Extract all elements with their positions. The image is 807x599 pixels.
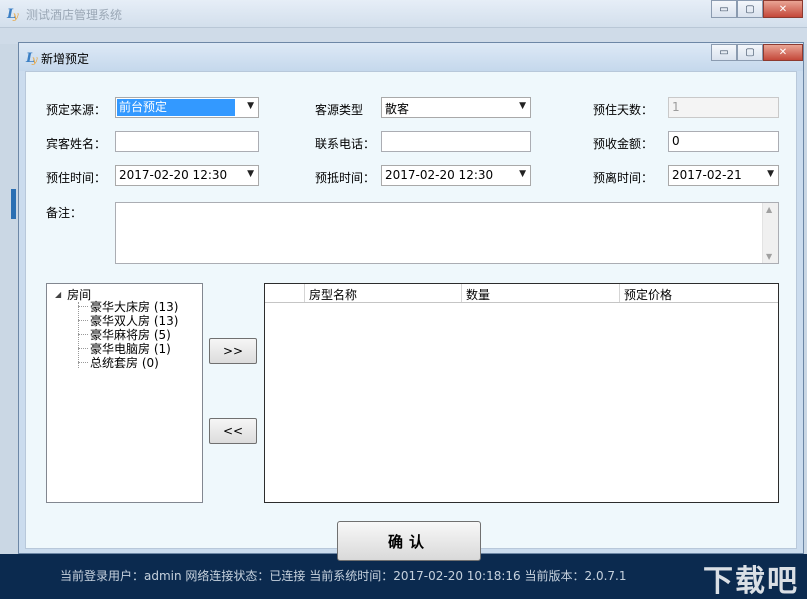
grid-column-header[interactable]: 房型名称 <box>305 284 462 302</box>
grid-row-header <box>265 284 305 302</box>
new-booking-dialog: L y 新增预定 ▭ ▢ ✕ 预定来源： 前台预定 ▼ 客源类型 散客 ▼ 预住… <box>18 42 804 561</box>
arrival-time-value: 2017-02-20 12:30 <box>385 168 494 182</box>
dialog-body: 预定来源： 前台预定 ▼ 客源类型 散客 ▼ 预住天数： 1 宾客姓名： 联系电… <box>25 71 797 561</box>
guest-type-label: 客源类型 <box>315 103 364 117</box>
scroll-up-icon[interactable]: ▲ <box>766 205 772 214</box>
phone-input[interactable] <box>381 131 531 152</box>
booking-source-label: 预定来源： <box>46 103 107 117</box>
main-window-title: 测试酒店管理系统 <box>26 8 123 22</box>
main-maximize-button[interactable]: ▢ <box>737 0 763 18</box>
dialog-maximize-button[interactable]: ▢ <box>737 44 763 61</box>
main-titlebar: L y 测试酒店管理系统 ▭ ▢ ✕ <box>0 0 807 28</box>
dialog-logo-icon: L y <box>25 51 38 65</box>
dialog-minimize-button[interactable]: ▭ <box>711 44 737 61</box>
remove-room-button[interactable]: << <box>209 418 257 444</box>
tree-item[interactable]: 总统套房 (0) <box>78 355 159 370</box>
notes-label: 备注： <box>46 206 83 220</box>
chevron-down-icon: ▼ <box>519 169 526 179</box>
guest-name-label: 宾客姓名： <box>46 137 107 151</box>
arrival-time-label: 预抵时间： <box>315 171 376 185</box>
grid-column-header[interactable]: 预定价格 <box>620 284 776 302</box>
svg-text:y: y <box>31 55 38 65</box>
dialog-titlebar: L y 新增预定 ▭ ▢ ✕ <box>19 43 803 71</box>
scroll-down-icon[interactable]: ▼ <box>766 252 772 261</box>
main-window-controls: ▭ ▢ ✕ <box>711 0 803 18</box>
confirm-button[interactable]: 确认 <box>337 521 481 561</box>
prepay-input[interactable]: 0 <box>668 131 779 152</box>
grid-column-header[interactable]: 数量 <box>462 284 620 302</box>
status-text: 当前登录用户：admin 网络连接状态：已连接 当前系统时间：2017-02-2… <box>60 569 627 583</box>
watermark-logo: 下载吧 <box>703 564 799 599</box>
dialog-window-controls: ▭ ▢ ✕ <box>711 44 803 61</box>
dialog-close-button[interactable]: ✕ <box>763 44 803 61</box>
chevron-down-icon: ▼ <box>247 169 254 179</box>
dialog-title: 新增预定 <box>41 52 90 66</box>
room-type-tree[interactable]: ◢ 房间 豪华大床房 (13) 豪华双人房 (13) 豪华麻将房 (5) 豪华电… <box>46 283 203 503</box>
chevron-down-icon: ▼ <box>767 169 774 179</box>
add-room-button[interactable]: >> <box>209 338 257 364</box>
stay-days-label: 预住天数： <box>593 103 654 117</box>
tree-collapse-icon[interactable]: ◢ <box>55 290 61 299</box>
chevron-down-icon: ▼ <box>247 101 254 111</box>
checkin-time-picker[interactable]: 2017-02-20 12:30 ▼ <box>115 165 259 186</box>
departure-time-label: 预离时间： <box>593 171 654 185</box>
stay-days-field: 1 <box>668 97 779 118</box>
departure-time-value: 2017-02-21 <box>672 168 742 182</box>
selected-rooms-grid[interactable]: 房型名称 数量 预定价格 <box>264 283 779 503</box>
checkin-time-value: 2017-02-20 12:30 <box>119 168 228 182</box>
guest-type-value: 散客 <box>385 102 410 116</box>
phone-label: 联系电话： <box>315 137 376 151</box>
chevron-down-icon: ▼ <box>519 101 526 111</box>
notes-scrollbar[interactable]: ▲ ▼ <box>762 203 778 263</box>
tree-item-label: 总统套房 (0) <box>90 355 159 370</box>
checkin-time-label: 预住时间： <box>46 171 107 185</box>
svg-text:y: y <box>12 11 19 21</box>
booking-source-value: 前台预定 <box>117 99 235 116</box>
main-left-panel <box>0 44 18 554</box>
booking-source-select[interactable]: 前台预定 ▼ <box>115 97 259 118</box>
prepay-label: 预收金额： <box>593 137 654 151</box>
grid-header: 房型名称 数量 预定价格 <box>265 284 778 303</box>
main-minimize-button[interactable]: ▭ <box>711 0 737 18</box>
arrival-time-picker[interactable]: 2017-02-20 12:30 ▼ <box>381 165 531 186</box>
departure-time-picker[interactable]: 2017-02-21 ▼ <box>668 165 779 186</box>
app-logo-icon: L y <box>6 7 19 21</box>
guest-name-input[interactable] <box>115 131 259 152</box>
main-close-button[interactable]: ✕ <box>763 0 803 18</box>
notes-textarea[interactable]: ▲ ▼ <box>115 202 779 264</box>
left-panel-accent <box>11 189 16 219</box>
guest-type-select[interactable]: 散客 ▼ <box>381 97 531 118</box>
